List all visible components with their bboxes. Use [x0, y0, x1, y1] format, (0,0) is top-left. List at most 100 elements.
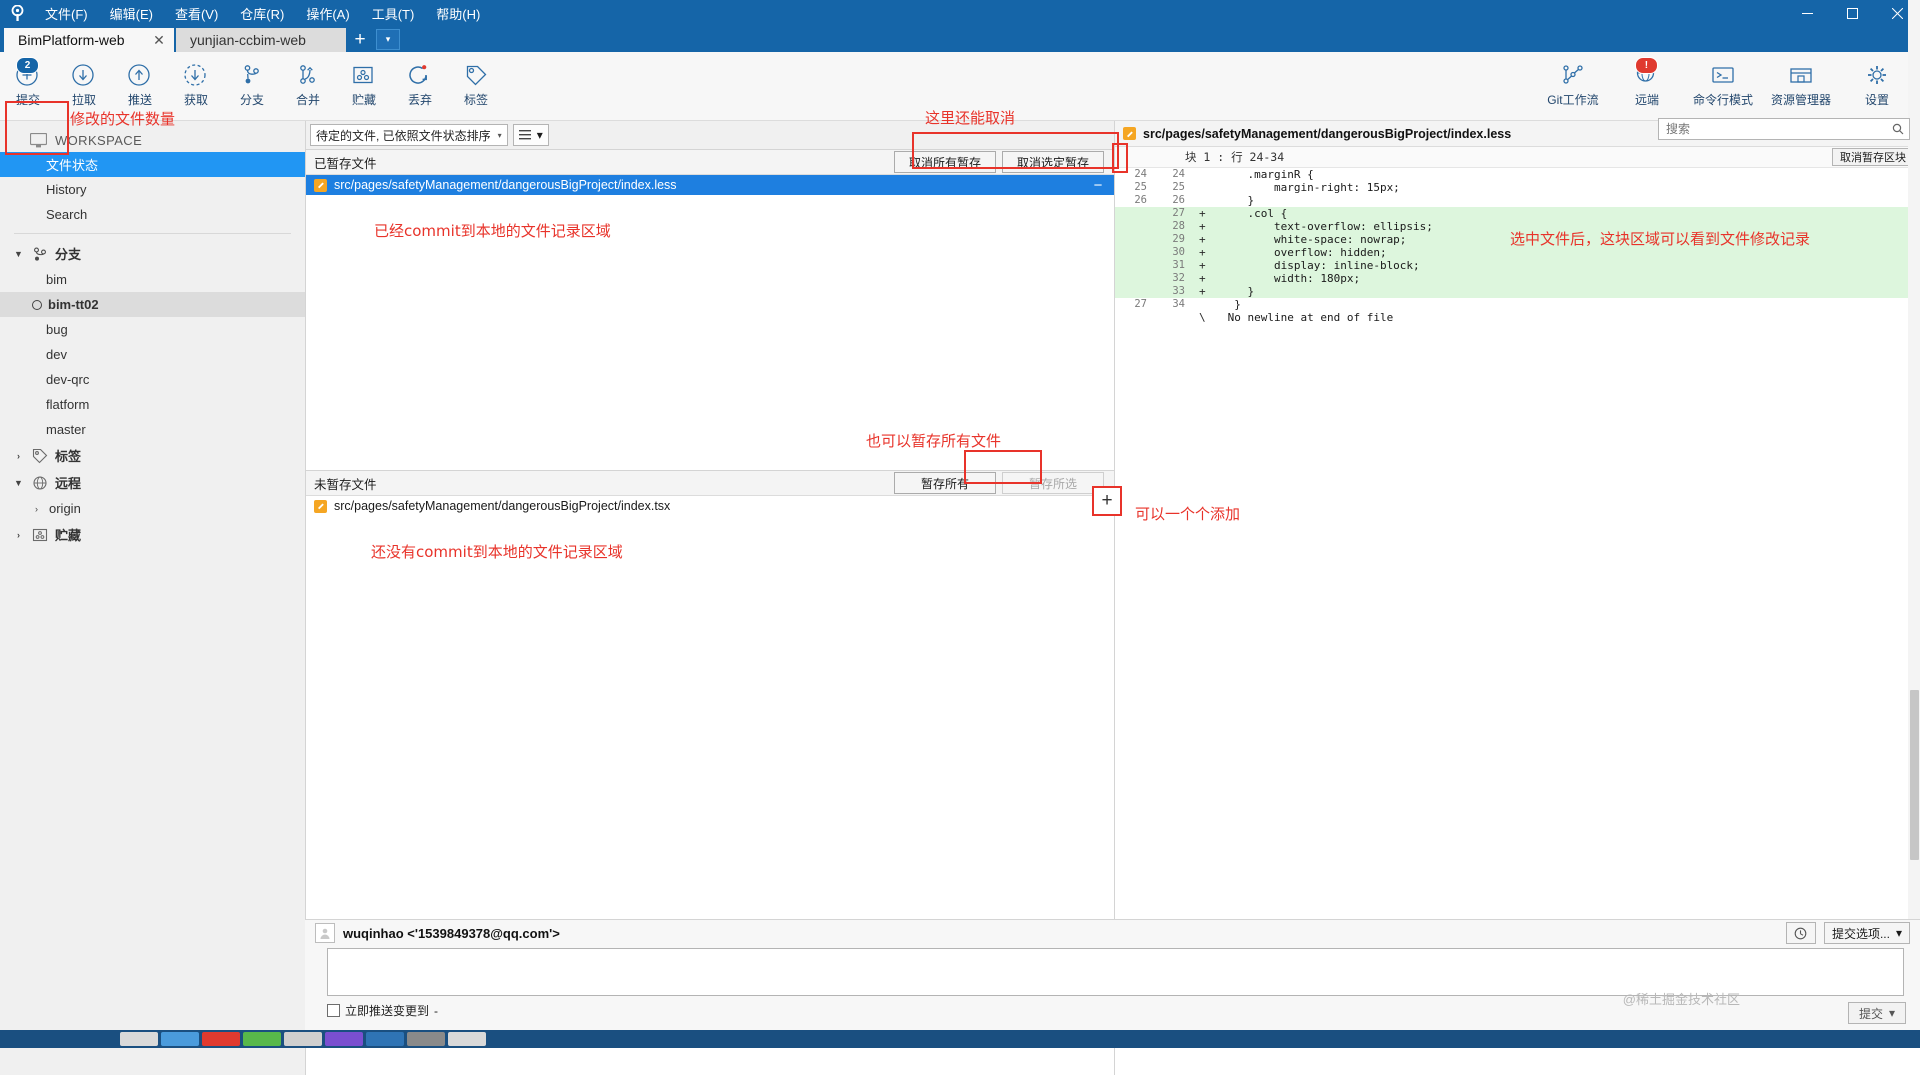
taskbar-item[interactable]	[325, 1032, 363, 1046]
sidebar-branch-flatform[interactable]: flatform	[0, 392, 305, 417]
unstaged-file-path: src/pages/safetyManagement/dangerousBigP…	[334, 499, 670, 513]
add-tab-button[interactable]: +	[348, 28, 372, 52]
sidebar-branch-bug[interactable]: bug	[0, 317, 305, 342]
unstage-all-button[interactable]: 取消所有暂存	[894, 151, 996, 173]
toolbar-terminal-button[interactable]: 命令行模式	[1684, 57, 1762, 108]
staged-actions: 取消所有暂存 取消选定暂存	[894, 151, 1114, 173]
commit-button[interactable]: 提交 ▾	[1848, 1002, 1906, 1024]
chevron-right-icon[interactable]: ›	[12, 530, 25, 540]
chevron-right-icon[interactable]: ›	[30, 504, 43, 514]
user-avatar-icon	[315, 923, 335, 943]
diff-line: 24 24 .marginR {	[1115, 168, 1920, 181]
push-changes-checkbox[interactable]	[327, 1004, 340, 1017]
pull-down-icon	[71, 60, 97, 90]
toolbar-left-group: 2 提交 拉取 推送 获取	[0, 52, 504, 108]
staged-header: 已暂存文件 取消所有暂存 取消选定暂存	[306, 150, 1114, 175]
sidebar-group-branches[interactable]: ▼ 分支	[0, 240, 305, 267]
toolbar-push-button[interactable]: 推送	[112, 57, 168, 108]
menu-actions[interactable]: 操作(A)	[295, 0, 360, 27]
taskbar-item[interactable]	[366, 1032, 404, 1046]
stage-all-button[interactable]: 暂存所有	[894, 472, 996, 494]
sort-dropdown[interactable]: 待定的文件, 已依照文件状态排序 ▾	[310, 124, 508, 146]
taskbar-item[interactable]	[202, 1032, 240, 1046]
menu-repository[interactable]: 仓库(R)	[229, 0, 295, 27]
push-target-value: -	[434, 1004, 438, 1018]
toolbar-commit-button[interactable]: 2 提交	[0, 57, 56, 108]
sidebar-item-file-status[interactable]: 文件状态	[0, 152, 305, 177]
taskbar-item[interactable]	[407, 1032, 445, 1046]
taskbar-item[interactable]	[120, 1032, 158, 1046]
toolbar-remote-button[interactable]: ! 远端	[1610, 57, 1684, 108]
menu-help[interactable]: 帮助(H)	[425, 0, 491, 27]
toolbar-tag-button[interactable]: 标签	[448, 57, 504, 108]
tab-close-icon[interactable]: ✕	[150, 31, 168, 49]
toolbar-merge-button[interactable]: 合并	[280, 57, 336, 108]
sidebar-item-history[interactable]: History	[0, 177, 305, 202]
search-input[interactable]	[1664, 121, 1888, 137]
sidebar-item-label: History	[46, 182, 86, 197]
taskbar-item[interactable]	[284, 1032, 322, 1046]
maximize-button[interactable]	[1830, 0, 1875, 26]
taskbar-item[interactable]	[448, 1032, 486, 1046]
explorer-folder-icon	[1788, 60, 1814, 90]
staged-file-row[interactable]: src/pages/safetyManagement/dangerousBigP…	[306, 175, 1114, 195]
commit-plus-icon: 2	[15, 60, 41, 90]
toolbar-pull-button[interactable]: 拉取	[56, 57, 112, 108]
toolbar-branch-button[interactable]: 分支	[224, 57, 280, 108]
commit-footer-tools: 提交选项... ▾	[1786, 922, 1920, 944]
unstage-hunk-button[interactable]: 取消暂存区块	[1832, 148, 1914, 166]
toolbar-settings-button[interactable]: 设置	[1840, 57, 1914, 108]
diff-scrollbar[interactable]	[1908, 0, 1920, 1048]
menu-edit[interactable]: 编辑(E)	[99, 0, 164, 27]
taskbar-item[interactable]	[161, 1032, 199, 1046]
toolbar-fetch-button[interactable]: 获取	[168, 57, 224, 108]
toolbar-explorer-button[interactable]: 资源管理器	[1762, 57, 1840, 108]
toolbar-stash-button[interactable]: 贮藏	[336, 57, 392, 108]
chevron-down-icon[interactable]: ▼	[12, 249, 25, 259]
sidebar-branch-dev[interactable]: dev	[0, 342, 305, 367]
branch-label: bim	[46, 272, 67, 287]
toolbar-button-label: 推送	[128, 91, 152, 108]
tab-dropdown-button[interactable]: ▾	[376, 29, 400, 50]
toolbar-button-label: 分支	[240, 91, 264, 108]
view-mode-button[interactable]: ▾	[513, 124, 549, 146]
chevron-down-icon[interactable]: ▼	[12, 478, 25, 488]
menu-view[interactable]: 查看(V)	[164, 0, 229, 27]
unstage-file-icon[interactable]: −	[1089, 177, 1114, 194]
sidebar-item-search[interactable]: Search	[0, 202, 305, 227]
annotation-diff-note: 选中文件后，这块区域可以看到文件修改记录	[1510, 228, 1810, 249]
taskbar-item[interactable]	[243, 1032, 281, 1046]
toolbar-gitflow-button[interactable]: Git工作流	[1536, 57, 1610, 108]
toolbar-discard-button[interactable]: 丢弃	[392, 57, 448, 108]
menu-file[interactable]: 文件(F)	[34, 0, 99, 27]
sidebar-group-remotes[interactable]: ▼ 远程	[0, 469, 305, 496]
branch-label: master	[46, 422, 86, 437]
annotation-modified-count: 修改的文件数量	[70, 108, 175, 129]
minimize-button[interactable]	[1785, 0, 1830, 26]
unstage-selected-button[interactable]: 取消选定暂存	[1002, 151, 1104, 173]
add-file-button[interactable]: +	[1092, 486, 1122, 516]
stage-selected-button[interactable]: 暂存所选	[1002, 472, 1104, 494]
sidebar-remote-origin[interactable]: › origin	[0, 496, 305, 521]
sidebar-group-stash[interactable]: › 贮藏	[0, 521, 305, 548]
tab-yunjian-ccbim-web[interactable]: yunjian-ccbim-web	[176, 28, 346, 52]
sidebar-group-tags[interactable]: › 标签	[0, 442, 305, 469]
sidebar-branch-dev-qrc[interactable]: dev-qrc	[0, 367, 305, 392]
commit-options-button[interactable]: 提交选项... ▾	[1824, 922, 1910, 944]
search-box[interactable]	[1658, 118, 1910, 140]
diff-new-lineno: 32	[1153, 272, 1191, 285]
sidebar-branch-master[interactable]: master	[0, 417, 305, 442]
sidebar-branch-bim[interactable]: bim	[0, 267, 305, 292]
sidebar-branch-bim-tt02[interactable]: bim-tt02	[0, 292, 305, 317]
fetch-dashed-icon	[183, 60, 209, 90]
menu-tools[interactable]: 工具(T)	[361, 0, 426, 27]
unstaged-file-row[interactable]: src/pages/safetyManagement/dangerousBigP…	[306, 496, 1114, 516]
chevron-right-icon[interactable]: ›	[12, 451, 25, 461]
commit-history-button[interactable]	[1786, 922, 1816, 944]
remote-alert-badge: !	[1635, 57, 1658, 74]
tab-bimplatform-web[interactable]: BimPlatform-web ✕	[4, 28, 174, 52]
toolbar-right-group: Git工作流 ! 远端 命令行模式 资源管理器	[1536, 52, 1914, 108]
diff-scrollbar-thumb[interactable]	[1910, 690, 1919, 860]
diff-text: text-overflow: ellipsis;	[1221, 220, 1433, 233]
push-changes-label: 立即推送变更到	[345, 1002, 429, 1019]
